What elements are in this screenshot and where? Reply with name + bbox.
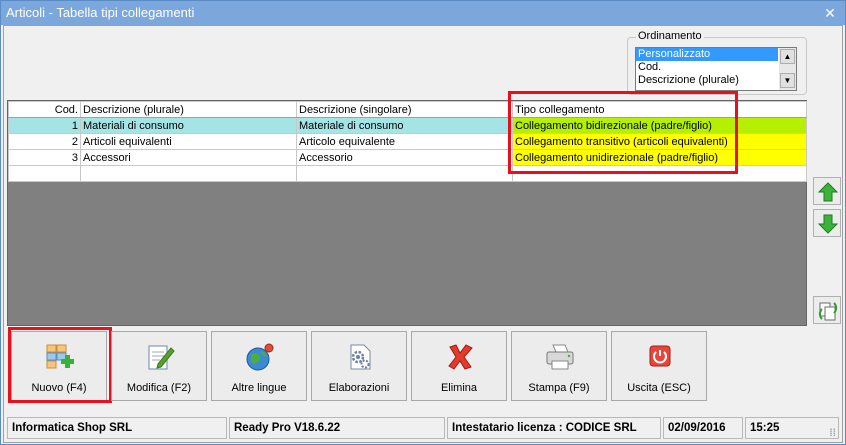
scroll-up-icon[interactable]: ▲ — [780, 49, 795, 64]
refresh-icon — [818, 302, 838, 321]
cell-singolare[interactable]: Materiale di consumo — [296, 117, 513, 134]
cell-tipo[interactable]: Collegamento bidirezionale (padre/figlio… — [512, 117, 807, 134]
uscita-button[interactable]: Uscita (ESC) — [611, 331, 707, 401]
table-row[interactable]: 1 Materiali di consumo Materiale di cons… — [8, 117, 807, 134]
altre-lingue-label: Altre lingue — [231, 382, 287, 394]
close-icon[interactable]: ✕ — [821, 4, 839, 22]
altre-lingue-button[interactable]: Altre lingue — [211, 331, 307, 401]
cell-cod[interactable]: 3 — [8, 149, 81, 166]
status-time-text: 15:25 — [750, 422, 780, 434]
grid-area: Cod. Descrizione (plurale) Descrizione (… — [7, 100, 807, 326]
status-time: 15:25 ⁞⁞ — [745, 417, 839, 439]
table-row-empty[interactable] — [8, 165, 807, 182]
nuovo-label: Nuovo (F4) — [31, 382, 87, 394]
sort-scrollbar[interactable]: ▲ ▼ — [779, 48, 796, 90]
cell-empty[interactable] — [8, 165, 81, 182]
col-header-tipo[interactable]: Tipo collegamento — [512, 101, 807, 118]
status-license: Intestatario licenza : CODICE SRL — [447, 417, 661, 439]
title-bar[interactable]: Articoli - Tabella tipi collegamenti ✕ — [1, 1, 845, 25]
elimina-button[interactable]: Elimina — [411, 331, 507, 401]
stampa-label: Stampa (F9) — [528, 382, 590, 394]
elaborazioni-button[interactable]: Elaborazioni — [311, 331, 407, 401]
uscita-label: Uscita (ESC) — [627, 382, 691, 394]
printer-icon — [546, 344, 574, 370]
new-grid-icon — [46, 344, 74, 369]
delete-x-icon — [448, 344, 473, 370]
cell-empty[interactable] — [296, 165, 513, 182]
arrow-down-icon — [817, 214, 839, 234]
col-header-cod[interactable]: Cod. — [8, 101, 81, 118]
cell-tipo[interactable]: Collegamento unidirezionale (padre/figli… — [512, 149, 807, 166]
sort-group: Ordinamento Personalizzato Cod. Descrizi… — [627, 30, 807, 95]
nuovo-button[interactable]: Nuovo (F4) — [11, 331, 107, 401]
col-header-singolare[interactable]: Descrizione (singolare) — [296, 101, 513, 118]
globe-icon — [246, 343, 274, 371]
refresh-button[interactable] — [813, 296, 841, 324]
elimina-label: Elimina — [440, 382, 478, 394]
window-title: Articoli - Tabella tipi collegamenti — [6, 5, 195, 20]
links-table: Cod. Descrizione (plurale) Descrizione (… — [8, 101, 807, 182]
cell-singolare[interactable]: Articolo equivalente — [296, 133, 513, 150]
cell-cod[interactable]: 1 — [8, 117, 81, 134]
status-bar: Informatica Shop SRL Ready Pro V18.6.22 … — [7, 417, 839, 439]
scroll-down-icon[interactable]: ▼ — [780, 73, 795, 88]
cell-singolare[interactable]: Accessorio — [296, 149, 513, 166]
edit-icon — [148, 345, 175, 370]
power-icon — [649, 345, 671, 367]
resize-grip-icon[interactable]: ⁞⁞ — [829, 424, 836, 444]
move-up-button[interactable] — [813, 177, 841, 205]
stampa-button[interactable]: Stampa (F9) — [511, 331, 607, 401]
cell-plurale[interactable]: Materiali di consumo — [80, 117, 297, 134]
arrow-up-icon — [817, 182, 839, 202]
status-version: Ready Pro V18.6.22 — [229, 417, 445, 439]
cell-plurale[interactable]: Articoli equivalenti — [80, 133, 297, 150]
process-document-icon — [350, 344, 371, 370]
col-header-plurale[interactable]: Descrizione (plurale) — [80, 101, 297, 118]
status-company: Informatica Shop SRL — [7, 417, 227, 439]
status-date: 02/09/2016 — [663, 417, 743, 439]
cell-empty[interactable] — [512, 165, 807, 182]
cell-empty[interactable] — [80, 165, 297, 182]
cell-cod[interactable]: 2 — [8, 133, 81, 150]
sort-group-label: Ordinamento — [636, 30, 704, 42]
table-row[interactable]: 2 Articoli equivalenti Articolo equivale… — [8, 133, 807, 150]
modifica-label: Modifica (F2) — [126, 382, 192, 394]
main-window: Articoli - Tabella tipi collegamenti ✕ O… — [0, 0, 846, 445]
cell-tipo[interactable]: Collegamento transitivo (articoli equiva… — [512, 133, 807, 150]
sort-option-descrizione[interactable]: Descrizione (plurale) — [636, 74, 778, 87]
move-down-button[interactable] — [813, 209, 841, 237]
modifica-button[interactable]: Modifica (F2) — [111, 331, 207, 401]
sort-option-personalizzato[interactable]: Personalizzato — [636, 48, 778, 61]
sort-listbox[interactable]: Personalizzato Cod. Descrizione (plurale… — [635, 47, 797, 91]
cell-plurale[interactable]: Accessori — [80, 149, 297, 166]
table-header: Cod. Descrizione (plurale) Descrizione (… — [8, 101, 807, 118]
elaborazioni-label: Elaborazioni — [328, 382, 390, 394]
table-row[interactable]: 3 Accessori Accessorio Collegamento unid… — [8, 149, 807, 166]
sort-option-cod[interactable]: Cod. — [636, 61, 778, 74]
